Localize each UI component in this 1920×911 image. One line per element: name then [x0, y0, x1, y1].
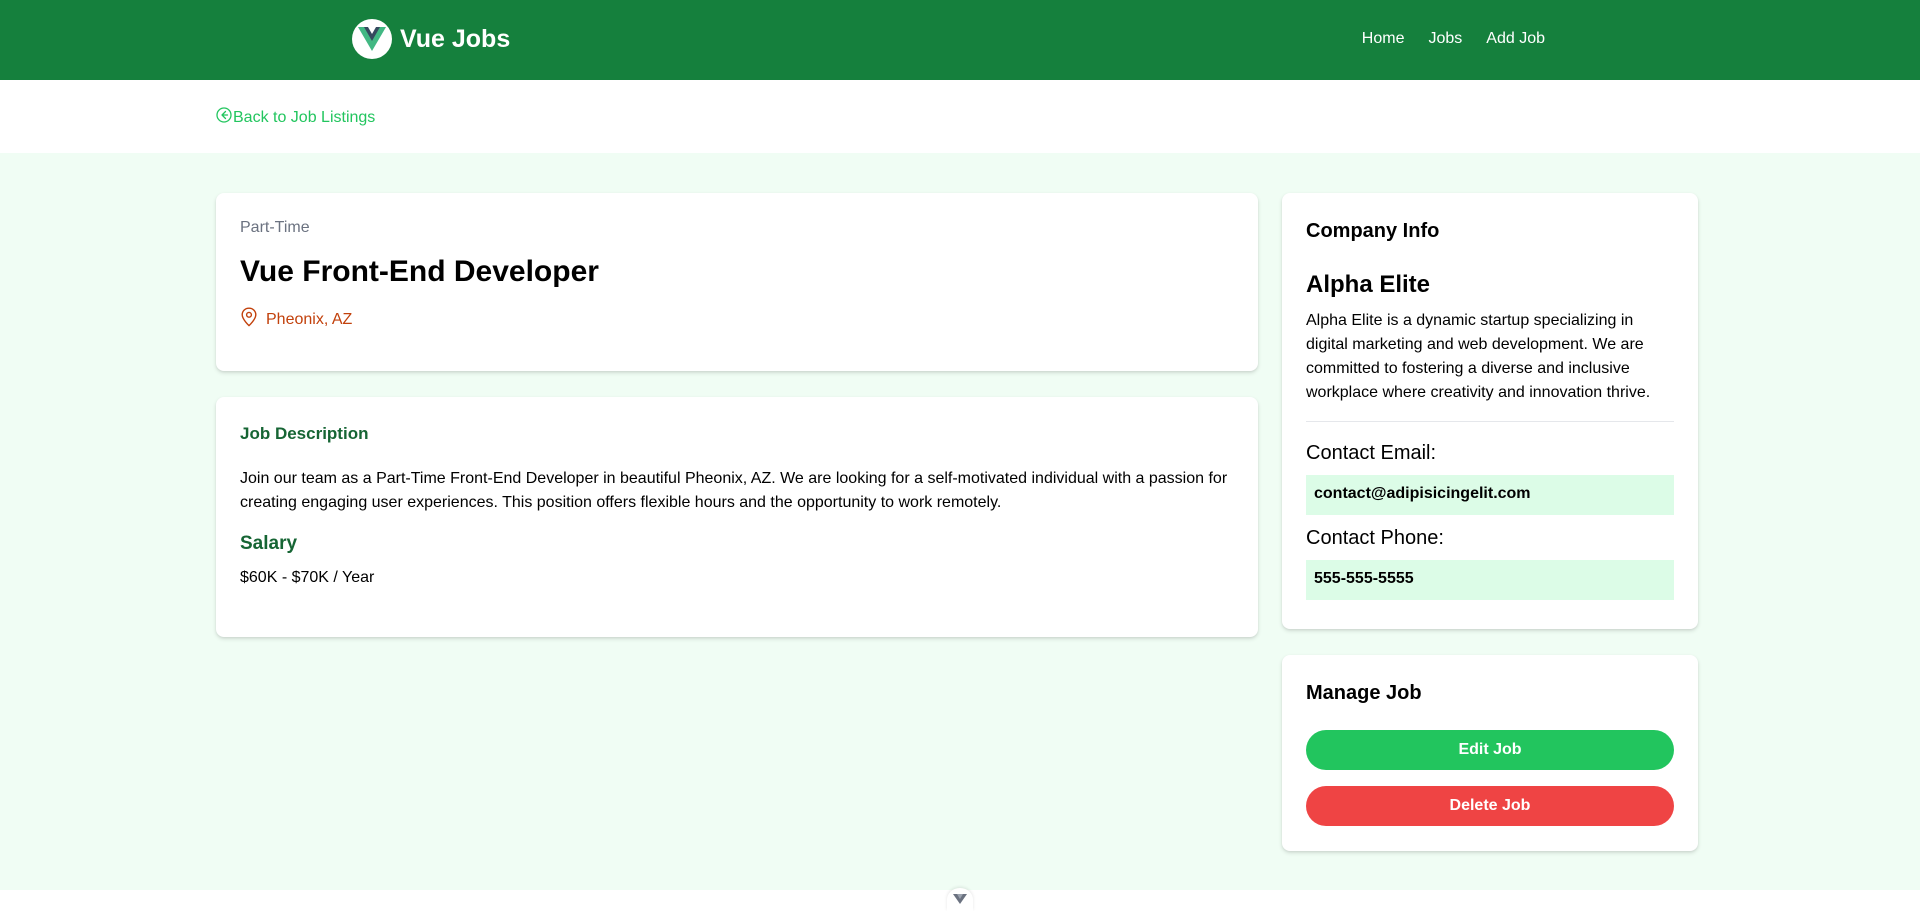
nav-links: Home Jobs Add Job [1350, 28, 1557, 50]
brand-link[interactable]: Vue Jobs [352, 19, 510, 59]
vue-logo-icon [352, 19, 392, 59]
manage-job-heading: Manage Job [1306, 682, 1422, 704]
contact-email-value: contact@adipisicingelit.com [1306, 475, 1674, 515]
nav-add-job[interactable]: Add Job [1474, 28, 1557, 50]
manage-job-card: Manage Job Edit Job Delete Job [1282, 655, 1698, 851]
job-title: Vue Front-End Developer [240, 255, 599, 288]
nav-home[interactable]: Home [1350, 28, 1417, 50]
map-pin-icon [240, 307, 258, 332]
job-description-card: Job Description Join our team as a Part-… [216, 397, 1258, 637]
job-location-text: Pheonix, AZ [266, 310, 353, 328]
brand-name: Vue Jobs [400, 24, 511, 53]
job-description-text: Join our team as a Part-Time Front-End D… [240, 470, 1228, 511]
company-info-card: Company Info Alpha Elite Alpha Elite is … [1282, 193, 1698, 629]
chevron-down-icon [953, 891, 967, 909]
arrow-circle-left-icon [216, 107, 232, 128]
delete-job-button[interactable]: Delete Job [1306, 786, 1674, 826]
back-to-listings-link[interactable]: Back to Job Listings [216, 107, 375, 128]
job-location: Pheonix, AZ [240, 307, 1234, 332]
navbar: Vue Jobs Home Jobs Add Job [0, 0, 1920, 80]
company-description: Alpha Elite is a dynamic startup special… [1306, 312, 1651, 401]
job-type: Part-Time [240, 219, 310, 236]
salary-text: $60K - $70K / Year [240, 569, 375, 586]
contact-email-label: Contact Email: [1306, 442, 1437, 464]
back-link-label: Back to Job Listings [233, 108, 376, 126]
edit-job-button[interactable]: Edit Job [1306, 730, 1674, 770]
back-bar: Back to Job Listings [0, 80, 1920, 153]
divider [1306, 421, 1674, 422]
salary-heading: Salary [240, 533, 298, 554]
nav-jobs[interactable]: Jobs [1416, 28, 1474, 50]
job-detail-main: Part-Time Vue Front-End Developer Pheoni… [0, 153, 1920, 890]
job-header-card: Part-Time Vue Front-End Developer Pheoni… [216, 193, 1258, 371]
job-description-heading: Job Description [240, 424, 369, 443]
contact-phone-value: 555-555-5555 [1306, 560, 1674, 600]
contact-phone-label: Contact Phone: [1306, 527, 1444, 549]
vue-devtools-toggle[interactable] [947, 888, 973, 911]
company-info-heading: Company Info [1306, 220, 1440, 242]
company-name: Alpha Elite [1306, 271, 1431, 298]
